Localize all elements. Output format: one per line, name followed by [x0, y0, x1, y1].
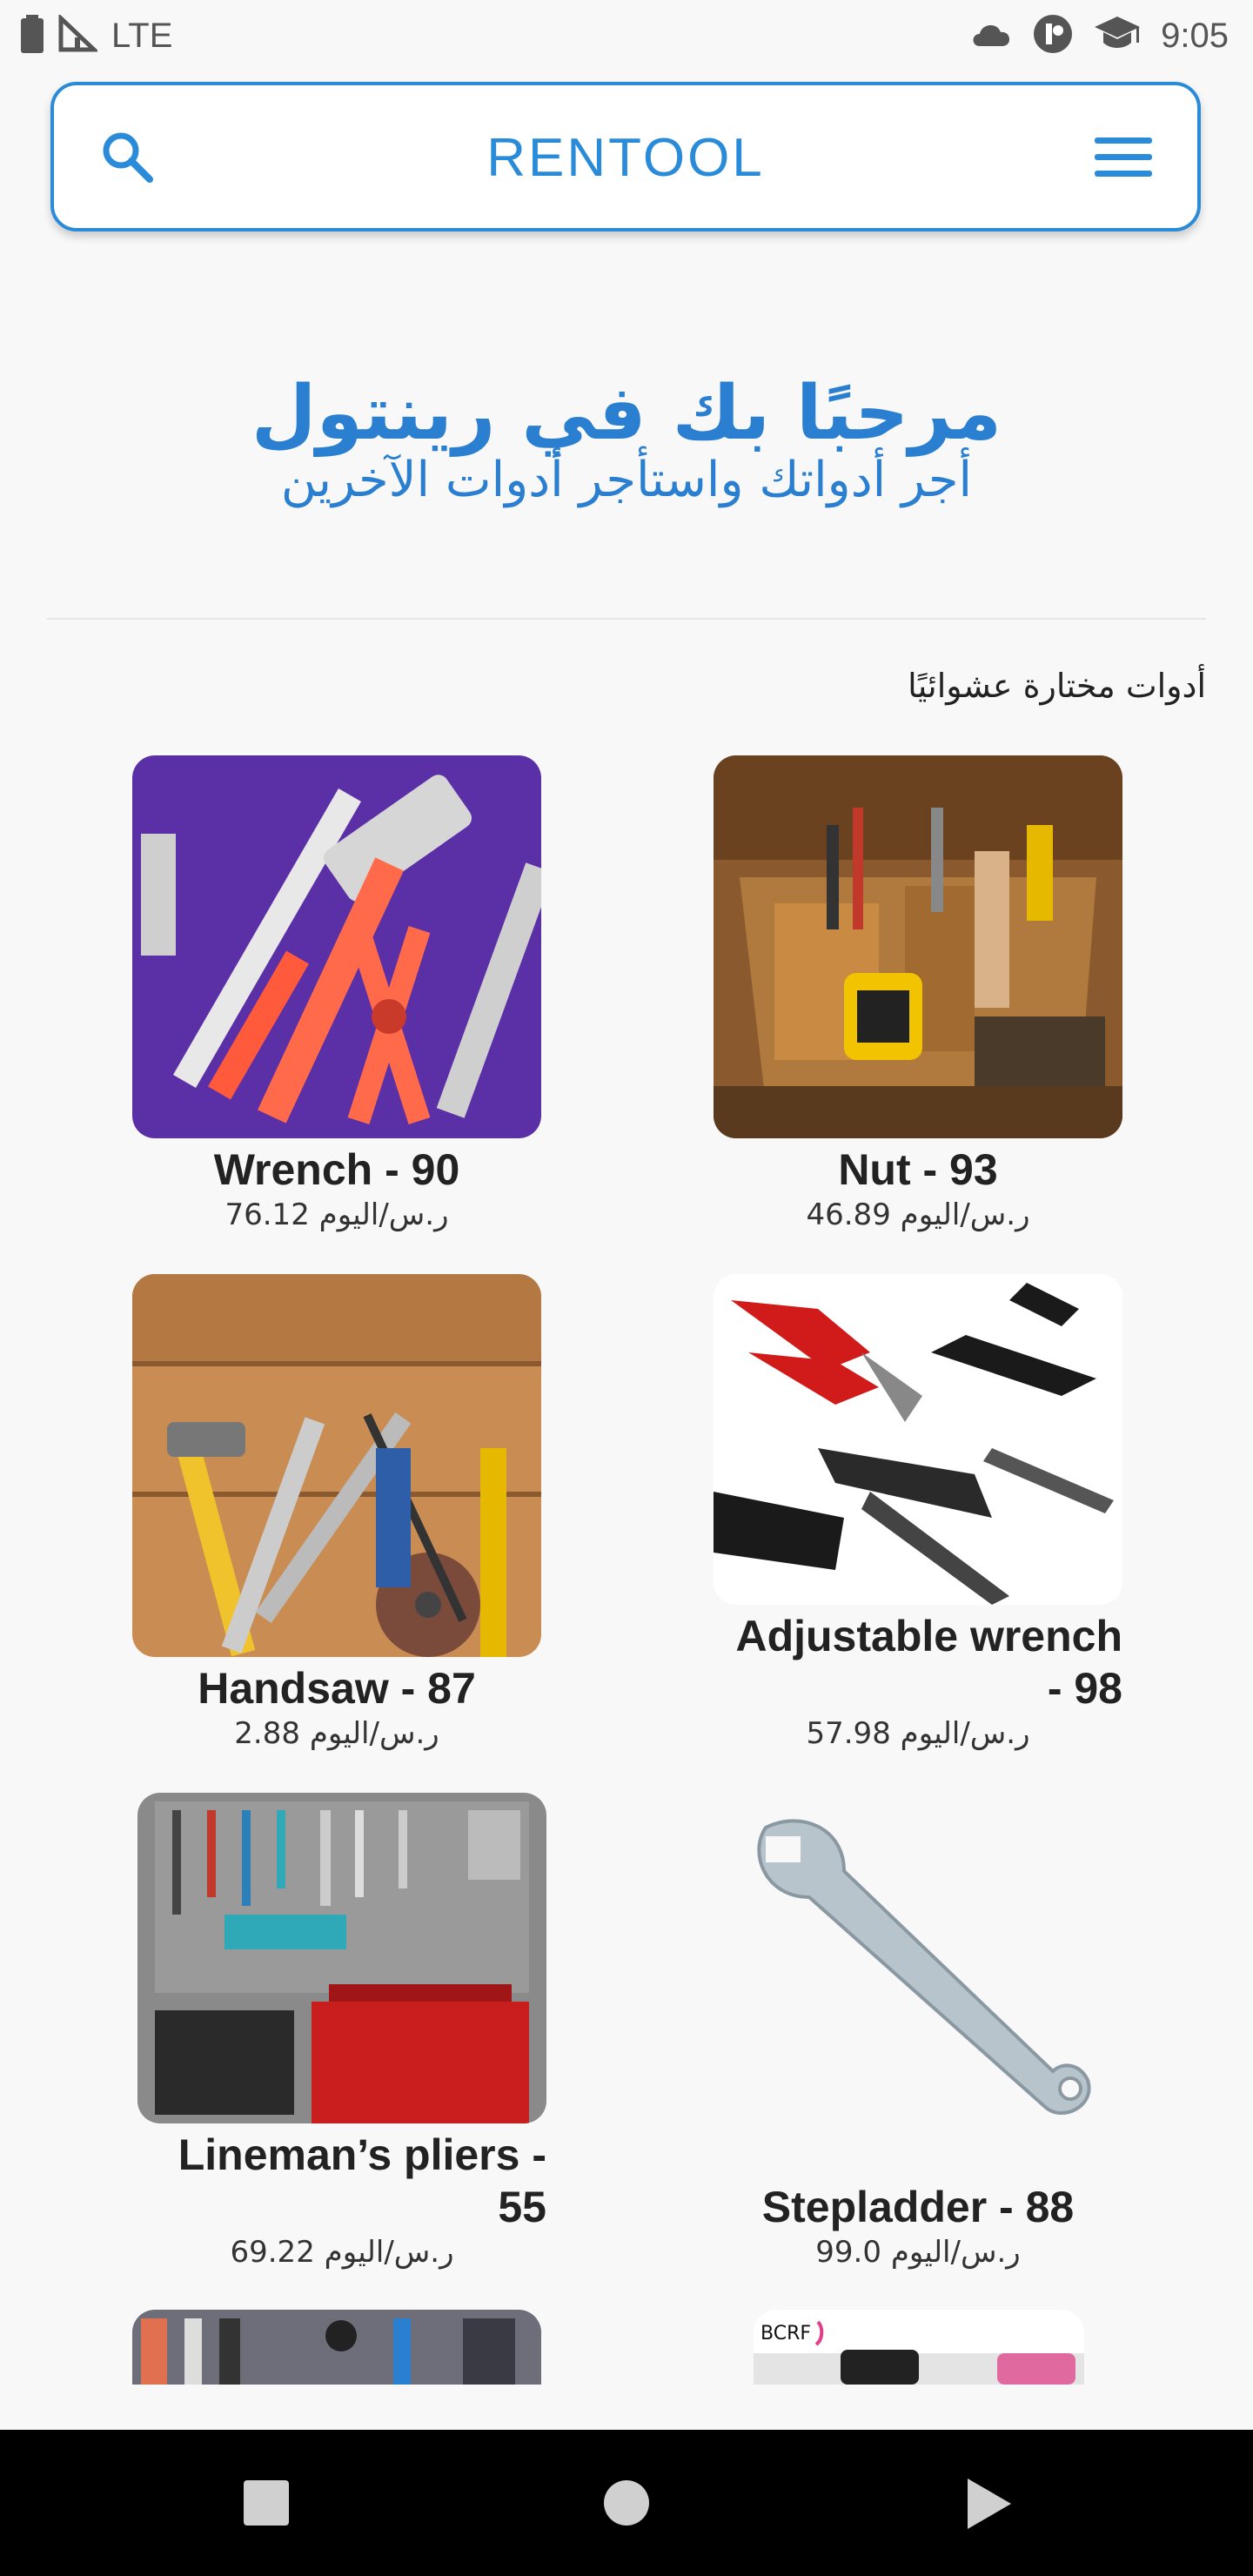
tool-card[interactable]: Stepladder - 88 99.0 ر.س/اليوم	[714, 1793, 1122, 2271]
status-bar: LTE 9:05	[0, 0, 1253, 71]
network-type: LTE	[111, 16, 173, 55]
app-title: RENTOOL	[486, 128, 765, 188]
battery-icon	[21, 15, 44, 57]
tool-price: 46.89 ر.س/اليوم	[806, 1197, 1030, 1232]
tool-card[interactable]: Handsaw - 87 2.88 ر.س/اليوم	[132, 1274, 541, 1753]
section-title: أدوات مختارة عشوائيًا	[908, 667, 1206, 705]
signal-icon	[57, 13, 100, 57]
tool-image[interactable]	[132, 755, 541, 1138]
tool-price: 99.0 ر.س/اليوم	[815, 2235, 1021, 2270]
tool-card[interactable]: Lineman’s pliers - 55 69.22 ر.س/اليوم	[137, 1793, 546, 2271]
cloud-icon	[969, 20, 1013, 51]
tool-price: 2.88 ر.س/اليوم	[234, 1716, 439, 1751]
recents-icon[interactable]	[244, 2480, 289, 2526]
tool-name: Wrench - 90	[213, 1145, 460, 1194]
tool-card[interactable]: BCRF	[754, 2310, 1084, 2385]
tool-image[interactable]	[714, 1793, 1122, 2176]
tool-image[interactable]	[132, 1274, 541, 1657]
divider	[47, 618, 1206, 620]
tool-name: Lineman’s pliers - 55	[178, 2130, 546, 2231]
tool-price: 69.22 ر.س/اليوم	[230, 2235, 454, 2270]
app-icon	[1032, 13, 1074, 58]
system-nav-bar	[0, 2430, 1253, 2576]
home-icon[interactable]	[604, 2480, 649, 2526]
tool-name: Nut - 93	[838, 1145, 998, 1194]
menu-icon[interactable]	[1095, 136, 1152, 179]
welcome-banner: مرحبًا بك في رينتول أجر أدواتك واستأجر أ…	[0, 366, 1253, 506]
clock: 9:05	[1161, 16, 1229, 55]
tool-name: Adjustable wrench - 98	[735, 1612, 1122, 1713]
tool-name: Stepladder - 88	[761, 2183, 1075, 2231]
tool-name: Handsaw - 87	[198, 1664, 476, 1713]
tool-image[interactable]: BCRF	[754, 2310, 1084, 2385]
tool-card[interactable]	[132, 2310, 541, 2385]
tool-image[interactable]	[137, 1793, 546, 2123]
graduation-cap-icon	[1093, 15, 1142, 57]
tool-image[interactable]	[714, 1274, 1122, 1605]
tool-price: 76.12 ر.س/اليوم	[224, 1197, 449, 1232]
back-icon[interactable]	[968, 2479, 1011, 2529]
welcome-subtitle: أجر أدواتك واستأجر أدوات الآخرين	[280, 452, 973, 508]
tool-card[interactable]: Nut - 93 46.89 ر.س/اليوم	[714, 755, 1122, 1234]
app-header: RENTOOL	[50, 82, 1201, 231]
tool-image[interactable]	[132, 2310, 541, 2385]
svg-text:BCRF: BCRF	[761, 2323, 811, 2345]
welcome-title: مرحبًا بك في رينتول	[251, 370, 1002, 457]
tool-image[interactable]	[714, 755, 1122, 1138]
tool-card[interactable]: Wrench - 90 76.12 ر.س/اليوم	[132, 755, 541, 1234]
tool-card[interactable]: Adjustable wrench - 98 57.98 ر.س/اليوم	[714, 1274, 1122, 1753]
tool-price: 57.98 ر.س/اليوم	[806, 1716, 1030, 1751]
